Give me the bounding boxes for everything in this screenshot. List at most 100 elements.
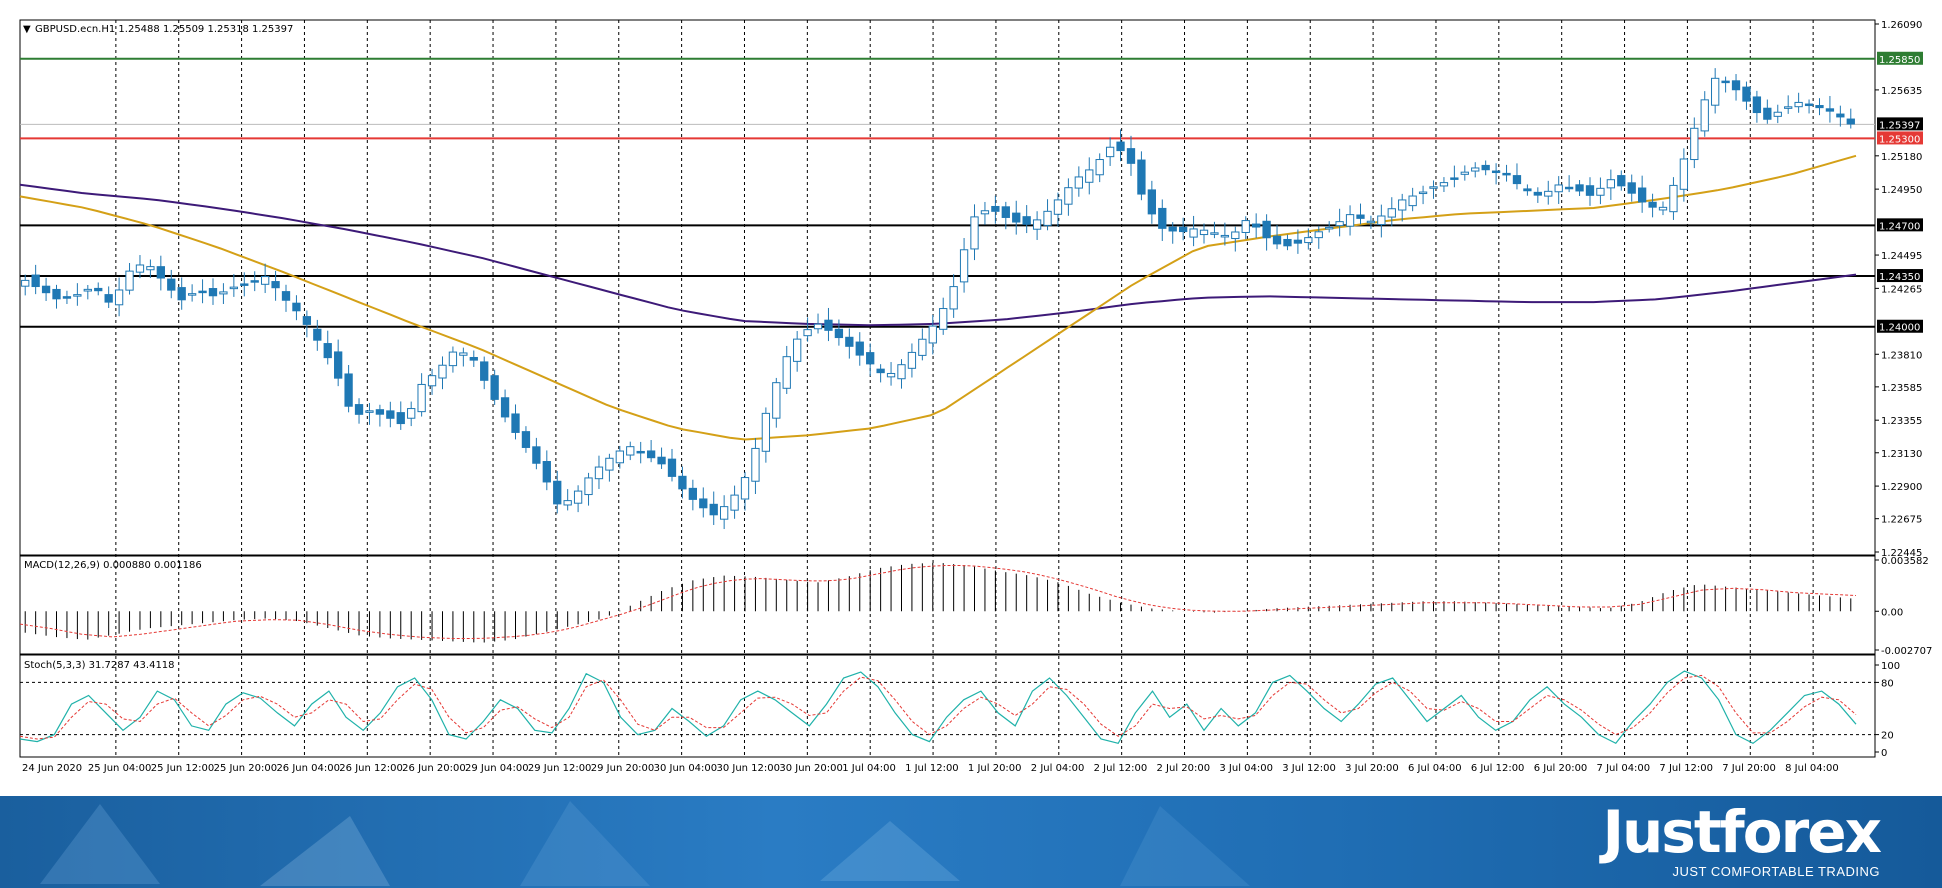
candle-body <box>1189 228 1198 238</box>
x-tick-label: 6 Jul 12:00 <box>1471 763 1525 774</box>
candle-body <box>615 450 624 464</box>
candle-body <box>292 302 301 312</box>
candle-body <box>1637 187 1647 203</box>
candle-body <box>1137 159 1146 195</box>
candle-body <box>1554 184 1563 193</box>
candle-body <box>813 323 823 330</box>
price-panel[interactable] <box>19 19 1876 556</box>
candle-body <box>1283 238 1292 247</box>
candle-body <box>1356 214 1365 219</box>
candle-body <box>1085 169 1094 183</box>
candle-body <box>918 338 927 356</box>
x-tick-label: 3 Jul 20:00 <box>1345 763 1399 774</box>
candle-body <box>1022 216 1031 225</box>
candle-body <box>1168 226 1177 232</box>
candle-body <box>834 328 844 339</box>
candle-body <box>542 461 551 483</box>
decor-shape <box>820 821 960 881</box>
candle-body <box>52 288 61 300</box>
candle-body <box>417 383 426 413</box>
x-tick-label: 30 Jun 20:00 <box>779 763 843 774</box>
candle-body <box>719 506 729 520</box>
candle-body <box>94 287 103 292</box>
candle-body <box>31 274 40 288</box>
stoch-y-tick-label: 0 <box>1881 748 1887 759</box>
candle-body <box>678 475 687 490</box>
candle-body <box>62 296 72 299</box>
candle-body <box>553 480 562 505</box>
x-tick-label: 1 Jul 04:00 <box>842 763 896 774</box>
x-tick-label: 30 Jun 12:00 <box>716 763 780 774</box>
candle-body <box>626 446 635 456</box>
candle-body <box>1491 170 1501 174</box>
x-tick-label: 29 Jun 04:00 <box>465 763 529 774</box>
price-level-label: 1.24000 <box>1879 323 1920 334</box>
candle-body <box>1450 177 1459 180</box>
candle-body <box>323 343 332 359</box>
candle-body <box>1658 206 1668 211</box>
y-tick-label: 1.23585 <box>1881 383 1922 394</box>
candle-body <box>1418 191 1428 195</box>
candle-body <box>709 503 718 516</box>
candle-body <box>1627 182 1636 194</box>
stoch-panel[interactable] <box>19 654 1876 758</box>
x-tick-label: 6 Jul 20:00 <box>1534 763 1588 774</box>
brand-tagline: JUST COMFORTABLE TRADING <box>1672 864 1880 879</box>
x-tick-label: 26 Jun 20:00 <box>402 763 466 774</box>
stoch-y-tick-label: 80 <box>1881 678 1894 689</box>
candle-body <box>1700 99 1709 132</box>
candle-body <box>1763 107 1772 120</box>
candle-body <box>1053 199 1063 215</box>
candle-body <box>1325 226 1334 230</box>
decor-shape <box>260 816 390 886</box>
candle-body <box>959 249 969 283</box>
x-tick-label: 2 Jul 20:00 <box>1157 763 1211 774</box>
candle-body <box>907 351 917 369</box>
candle-body <box>250 280 259 283</box>
y-tick-label: 1.24495 <box>1881 251 1922 262</box>
x-tick-label: 29 Jun 20:00 <box>591 763 655 774</box>
candle-body <box>260 276 270 285</box>
candle-body <box>1742 86 1751 102</box>
candle-body <box>240 283 249 286</box>
candle-body <box>114 289 124 306</box>
candle-body <box>1721 80 1730 84</box>
x-tick-label: 6 Jul 04:00 <box>1408 763 1462 774</box>
candle-body <box>1429 186 1438 189</box>
candle-body <box>1784 106 1793 109</box>
candle-body <box>334 351 343 379</box>
candle-body <box>1711 77 1720 106</box>
candle-body <box>1252 223 1261 228</box>
candle-body <box>1408 195 1417 207</box>
candle-body <box>313 328 322 341</box>
candle-body <box>793 338 802 362</box>
candle-body <box>594 466 604 480</box>
candle-body <box>657 456 666 465</box>
candle-body <box>1012 212 1021 223</box>
macd-y-tick-label: 0.00 <box>1881 607 1903 618</box>
candle-body <box>1064 187 1073 205</box>
x-tick-label: 26 Jun 04:00 <box>276 763 340 774</box>
candle-body <box>1564 186 1574 190</box>
y-tick-label: 1.24950 <box>1881 185 1922 196</box>
candle-body <box>573 490 583 504</box>
x-tick-label: 3 Jul 04:00 <box>1219 763 1273 774</box>
candle-body <box>1773 111 1782 117</box>
y-tick-label: 1.22900 <box>1881 482 1922 493</box>
candle-body <box>83 288 92 292</box>
current-price-label: 1.25397 <box>1879 120 1920 131</box>
candle-body <box>740 477 750 500</box>
candle-body <box>1126 148 1136 164</box>
candle-body <box>490 375 499 400</box>
x-tick-label: 25 Jun 04:00 <box>88 763 152 774</box>
chart-collapse-icon[interactable]: ▼ <box>23 24 31 35</box>
trading-chart[interactable]: 1.25850 1.25300 1.24700 1.24350 1.24000 1.253… <box>0 0 1942 796</box>
candle-body <box>845 336 854 347</box>
candle-body <box>448 351 458 367</box>
candle-body <box>1606 179 1616 189</box>
candle-body <box>1690 127 1699 161</box>
candle-body <box>1752 96 1762 114</box>
candle-body <box>396 412 405 425</box>
candle-body <box>511 413 520 433</box>
macd-panel[interactable] <box>19 555 1876 655</box>
